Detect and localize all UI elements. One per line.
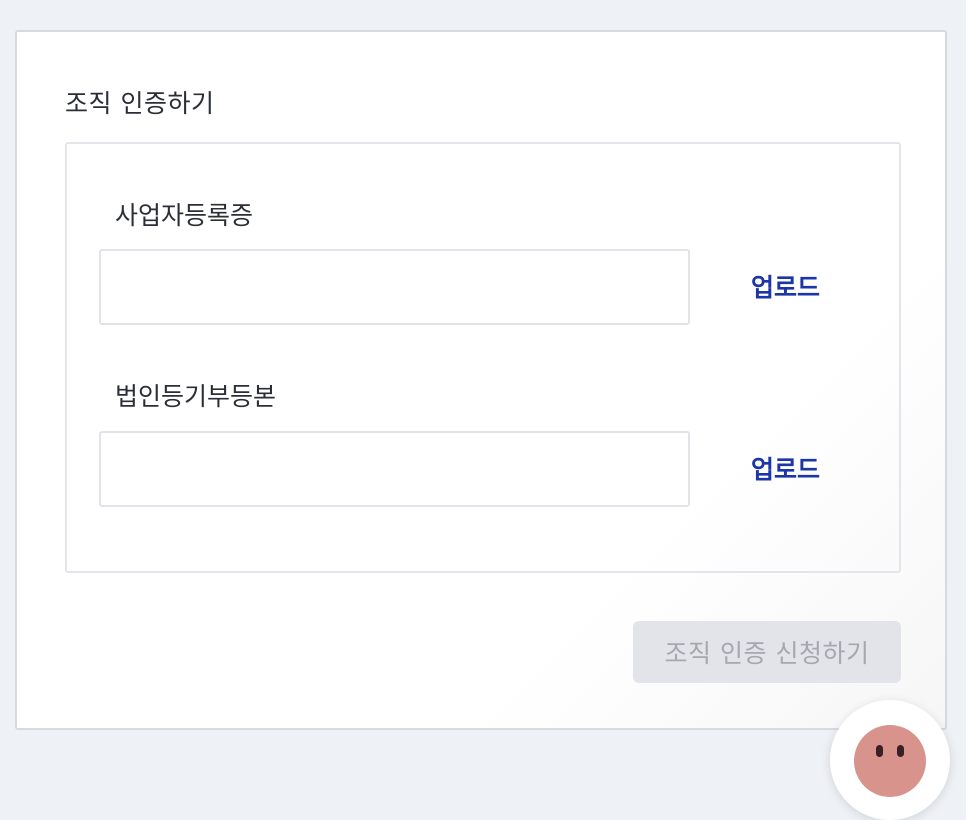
business-registration-file-field[interactable] bbox=[99, 249, 690, 325]
business-registration-label: 사업자등록증 bbox=[115, 201, 254, 230]
chat-widget-button[interactable] bbox=[830, 700, 950, 820]
avatar-left-eye bbox=[876, 745, 883, 757]
org-verification-card: 조직 인증하기 사업자등록증 업로드 법인등기부등본 업로드 조직 인증 신청하… bbox=[15, 30, 947, 730]
corporate-registry-label: 법인등기부등본 bbox=[115, 382, 277, 411]
section-title: 조직 인증하기 bbox=[65, 89, 215, 118]
avatar-right-eye bbox=[897, 745, 904, 757]
business-registration-upload-button[interactable]: 업로드 bbox=[751, 268, 820, 304]
chat-avatar-icon bbox=[854, 725, 926, 797]
submit-verification-button[interactable]: 조직 인증 신청하기 bbox=[633, 621, 901, 683]
document-upload-panel: 사업자등록증 업로드 법인등기부등본 업로드 bbox=[65, 142, 901, 573]
corporate-registry-file-field[interactable] bbox=[99, 431, 690, 507]
corporate-registry-upload-button[interactable]: 업로드 bbox=[751, 450, 820, 486]
